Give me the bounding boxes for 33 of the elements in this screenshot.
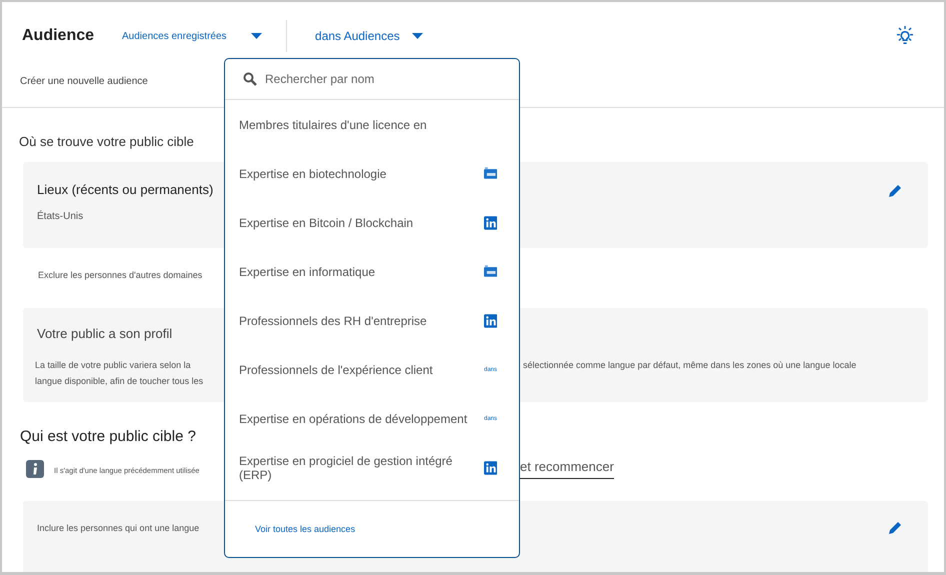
audience-option[interactable]: Expertise en informatique xyxy=(225,247,519,296)
badge-icon xyxy=(484,167,497,180)
pencil-icon[interactable] xyxy=(888,184,902,198)
search-icon xyxy=(243,72,257,86)
linkedin-icon xyxy=(484,314,497,328)
audience-option[interactable]: Expertise en Bitcoin / Blockchain xyxy=(225,198,519,247)
section-heading: Où se trouve votre public cible xyxy=(19,134,194,149)
description-text: La taille de votre public variera selon la langue disponible, afin de toucher tous les xyxy=(35,359,204,388)
card-title: Lieux (récents ou permanents) xyxy=(37,182,214,197)
exclude-text: Exclure les personnes d'autres domaines xyxy=(38,270,202,280)
scope-dropdown[interactable]: dans Audiences xyxy=(315,29,423,43)
audience-option[interactable]: Expertise en biotechnologie xyxy=(225,149,519,198)
caret-icon xyxy=(412,33,423,39)
saved-audiences-dropdown[interactable]: Audiences enregistrées xyxy=(122,30,262,42)
audience-option[interactable]: Membres titulaires d'une licence en xyxy=(225,100,519,149)
linkedin-icon xyxy=(484,460,497,474)
badge-icon xyxy=(484,265,497,278)
create-audience-link[interactable]: Créer une nouvelle audience xyxy=(20,76,148,87)
audience-option[interactable]: Expertise en progiciel de gestion intégré (ERP) xyxy=(225,443,519,492)
caret-icon xyxy=(251,33,262,39)
see-all-link[interactable]: Voir toutes les audiences xyxy=(255,524,356,534)
search-field[interactable]: Rechercher par nom xyxy=(263,71,519,87)
info-icon xyxy=(26,460,44,478)
page-title: Audience xyxy=(22,27,94,45)
location-value: États-Unis xyxy=(37,211,84,222)
audience-option[interactable]: Professionnels des RH d'entreprise xyxy=(225,296,519,345)
linkedin-icon xyxy=(484,216,497,230)
section-heading: Qui est votre public cible ? xyxy=(20,428,196,445)
lightbulb-icon[interactable] xyxy=(894,26,916,46)
card-title: Votre public a son profil xyxy=(37,326,172,341)
description-text: sélectionnée comme langue par défaut, même dans les zones où une langue locale xyxy=(523,359,858,372)
pencil-icon[interactable] xyxy=(888,521,902,535)
include-text: Inclure les personnes qui ont une langue xyxy=(37,523,200,533)
